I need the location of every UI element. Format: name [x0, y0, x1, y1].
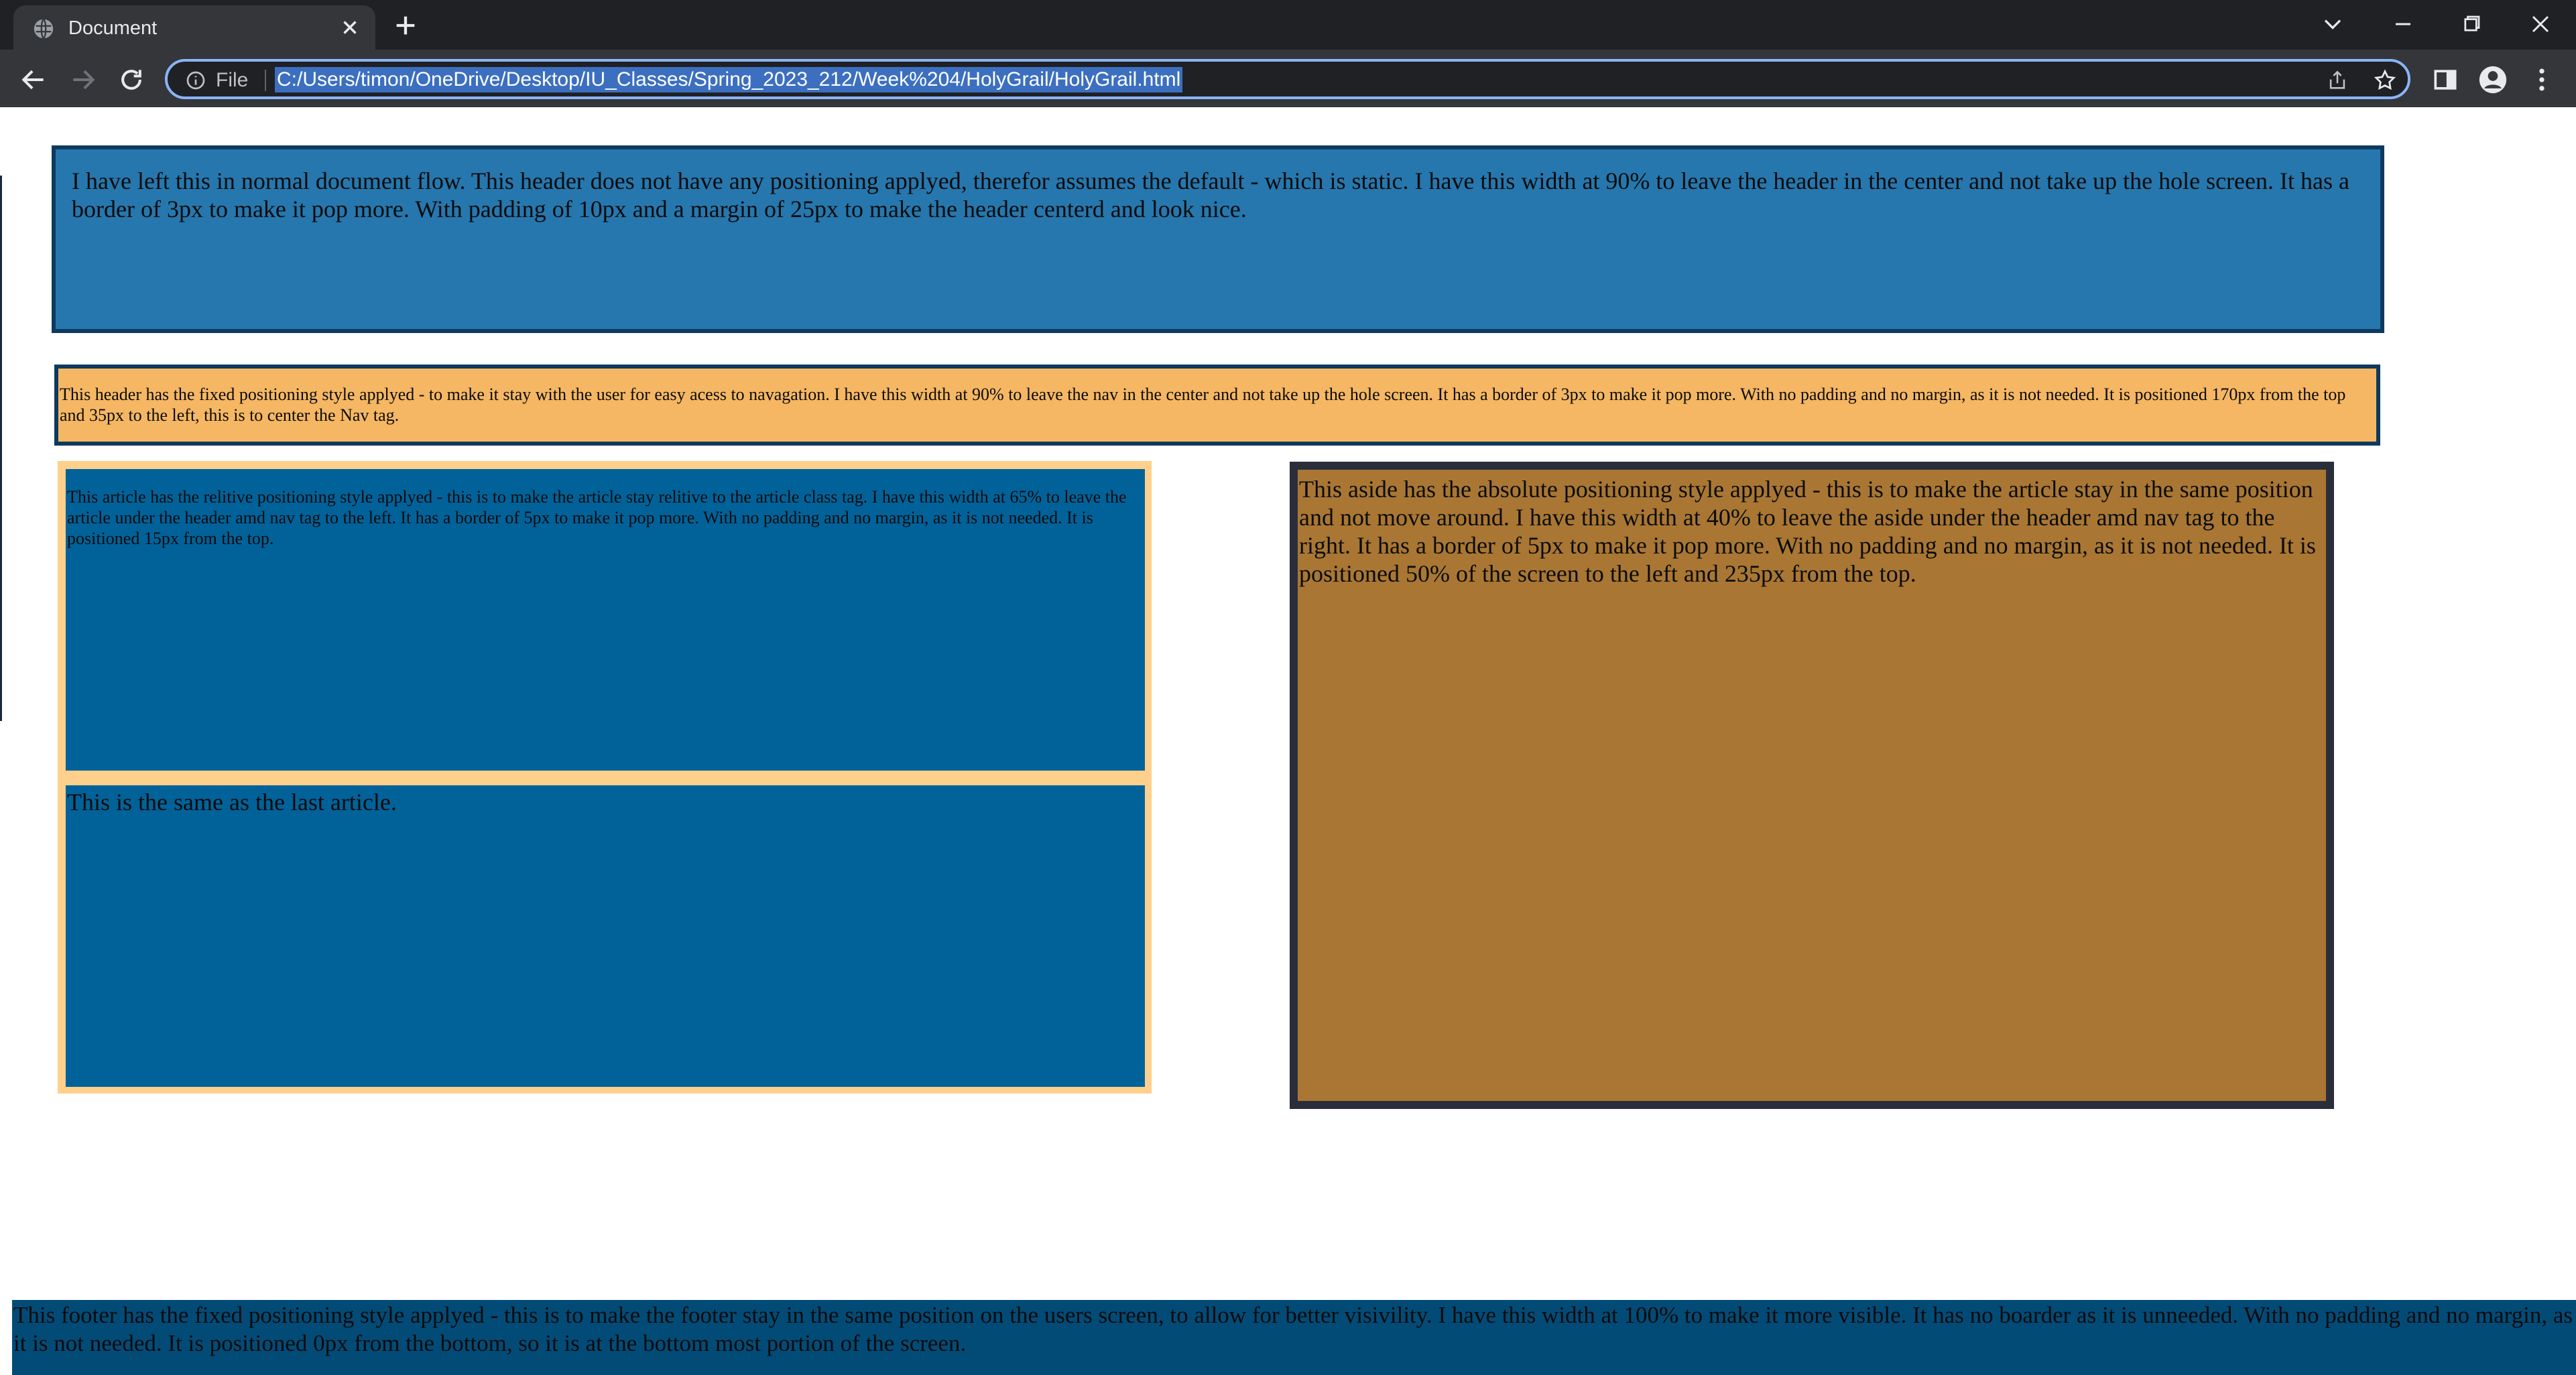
url-text[interactable]: C:/Users/timon/OneDrive/Desktop/IU_Class… — [275, 67, 1183, 92]
article-1: This article has the relitive positionin… — [66, 469, 1145, 771]
forward-icon[interactable] — [68, 65, 98, 94]
profile-icon[interactable] — [2478, 65, 2508, 94]
share-icon[interactable] — [2326, 69, 2349, 92]
plus-icon[interactable] — [392, 12, 419, 39]
close-window-icon[interactable] — [2526, 9, 2555, 39]
tab-strip: Document — [0, 0, 2576, 50]
close-icon[interactable] — [339, 16, 361, 39]
page-aside: This aside has the absolute positioning … — [1290, 462, 2334, 1109]
article-2: This is the same as the last article. — [66, 785, 1145, 1087]
side-panel-icon[interactable] — [2431, 65, 2460, 94]
address-bar[interactable]: File C:/Users/timon/OneDrive/Desktop/IU_… — [165, 59, 2410, 99]
scheme-label: File — [216, 69, 249, 91]
star-icon[interactable] — [2373, 68, 2397, 92]
back-icon[interactable] — [19, 65, 48, 94]
minimize-icon[interactable] — [2388, 9, 2418, 39]
info-icon[interactable] — [185, 70, 206, 91]
restore-icon[interactable] — [2457, 9, 2486, 39]
chevron-down-icon[interactable] — [2318, 9, 2347, 39]
address-divider — [265, 70, 266, 91]
left-edge-line — [0, 176, 2, 721]
page-nav: This header has the fixed positioning st… — [54, 365, 2380, 446]
browser-chrome: Document File C:/Users/timon/OneDrive/De… — [0, 0, 2576, 107]
page-footer: This footer has the fixed positioning st… — [12, 1300, 2576, 1375]
reload-icon[interactable] — [117, 65, 146, 94]
globe-icon — [32, 17, 55, 40]
menu-icon[interactable] — [2527, 65, 2557, 94]
page-header: I have left this in normal document flow… — [52, 145, 2384, 333]
tab-title: Document — [68, 17, 158, 39]
browser-tab[interactable]: Document — [13, 5, 375, 50]
